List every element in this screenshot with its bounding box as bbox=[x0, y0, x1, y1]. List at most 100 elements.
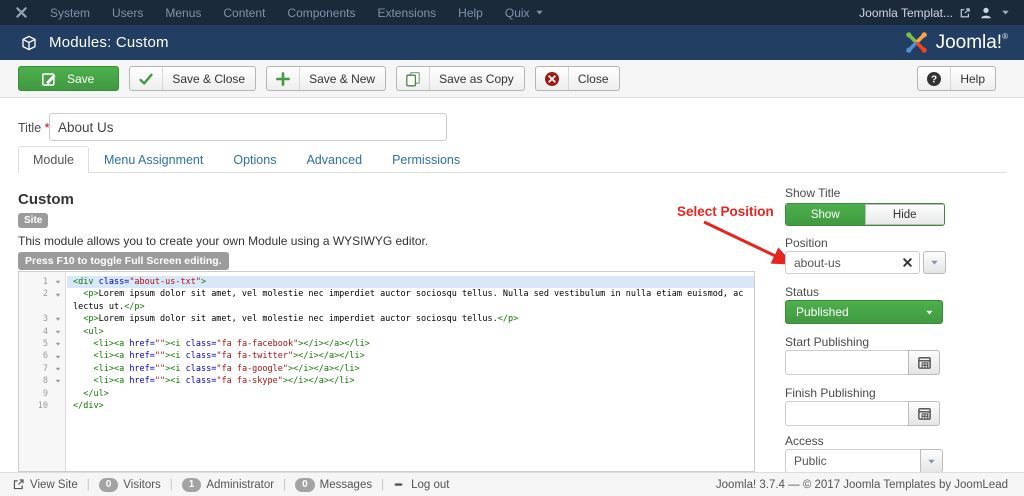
fold-caret-icon[interactable] bbox=[48, 338, 67, 350]
topbar-menu: System Users Menus Content Components Extensi… bbox=[39, 0, 555, 25]
footer-view-site[interactable]: View Site bbox=[12, 478, 78, 491]
tab-permissions[interactable]: Permissions bbox=[377, 146, 475, 173]
menu-item-help[interactable]: Help bbox=[447, 0, 494, 25]
separator: | bbox=[381, 478, 385, 491]
code-line[interactable]: 8 <li><a href=""><i class="fa fa-skype">… bbox=[19, 375, 754, 387]
user-icon[interactable] bbox=[979, 6, 993, 20]
close-button[interactable]: Close bbox=[534, 66, 620, 91]
code-line[interactable]: 3 <p>Lorem ipsum dolor sit amet, vel mol… bbox=[19, 313, 754, 325]
line-number: 6 bbox=[42, 351, 48, 362]
chevron-down-icon[interactable] bbox=[1001, 8, 1010, 17]
close-icon bbox=[544, 71, 560, 87]
count-badge: 1 bbox=[181, 477, 202, 492]
code-text: <li><a href=""><i class="fa fa-skype"></… bbox=[93, 376, 355, 387]
menu-item-system[interactable]: System bbox=[39, 0, 101, 25]
fold-caret-icon[interactable] bbox=[48, 288, 67, 300]
logout-icon bbox=[393, 478, 406, 491]
code-text: <li><a href=""><i class="fa fa-facebook"… bbox=[93, 338, 370, 349]
access-select[interactable]: Public bbox=[785, 449, 943, 473]
fold-caret-icon[interactable] bbox=[48, 363, 67, 375]
template-link-label: Joomla Templat... bbox=[859, 5, 953, 20]
title-label: Title * bbox=[18, 121, 50, 135]
code-line[interactable]: lectus ut.</p> bbox=[19, 301, 754, 313]
check-icon bbox=[138, 71, 154, 87]
menu-item-menus[interactable]: Menus bbox=[154, 0, 212, 25]
status-select[interactable]: Published bbox=[785, 300, 943, 324]
code-line[interactable]: 1 <div class="about-us-txt"> bbox=[19, 276, 754, 289]
module-description: This module allows you to create your ow… bbox=[18, 234, 429, 248]
code-line[interactable]: 10 </div> bbox=[19, 400, 754, 412]
line-number: 5 bbox=[42, 338, 48, 349]
start-publishing-input[interactable] bbox=[785, 350, 909, 375]
save-button[interactable]: Save bbox=[18, 66, 120, 91]
module-cube-icon bbox=[21, 35, 37, 51]
tab-menu-assignment[interactable]: Menu Assignment bbox=[89, 146, 218, 173]
save-as-copy-button[interactable]: Save as Copy bbox=[396, 66, 525, 91]
count-badge: 0 bbox=[295, 477, 315, 492]
client-badge: Site bbox=[18, 213, 49, 228]
tab-module[interactable]: Module bbox=[18, 146, 89, 173]
position-field[interactable]: about-us bbox=[785, 251, 920, 274]
clear-icon[interactable] bbox=[902, 257, 913, 268]
fold-caret-icon[interactable] bbox=[48, 350, 67, 362]
status-label: Status bbox=[785, 285, 820, 299]
menu-item-content[interactable]: Content bbox=[212, 0, 276, 25]
code-editor[interactable]: 1 <div class="about-us-txt"> 2 <p>Lorem ip… bbox=[18, 271, 755, 472]
save-close-button[interactable]: Save & Close bbox=[129, 66, 257, 91]
finish-publishing-input[interactable] bbox=[785, 401, 909, 426]
code-line[interactable]: 7 <li><a href=""><i class="fa fa-google"… bbox=[19, 363, 754, 375]
tab-advanced[interactable]: Advanced bbox=[291, 146, 377, 173]
code-text: <p>Lorem ipsum dolor sit amet, vel moles… bbox=[83, 289, 744, 300]
code-text: <p>Lorem ipsum dolor sit amet, vel moles… bbox=[83, 314, 519, 325]
footer-visitors[interactable]: 0 Visitors bbox=[98, 477, 161, 492]
joomla-logo-icon bbox=[904, 30, 929, 55]
finish-publishing-label: Finish Publishing bbox=[785, 386, 876, 400]
separator: | bbox=[169, 478, 173, 491]
version-text: Joomla! 3.7.4 — © 2017 Joomla Templates … bbox=[715, 478, 1008, 491]
save-new-button[interactable]: Save & New bbox=[266, 66, 387, 91]
code-line[interactable]: 9 </ul> bbox=[19, 388, 754, 400]
plus-icon bbox=[275, 71, 291, 87]
title-input[interactable] bbox=[49, 113, 447, 141]
fold-caret-icon[interactable] bbox=[48, 313, 67, 325]
tab-options[interactable]: Options bbox=[218, 146, 291, 173]
code-text: <ul> bbox=[83, 326, 104, 337]
start-calendar-button[interactable] bbox=[908, 350, 940, 375]
code-text: </div> bbox=[73, 400, 104, 411]
code-text: <div class="about-us-txt"> bbox=[67, 276, 754, 289]
code-line[interactable]: 4 <ul> bbox=[19, 326, 754, 338]
footer-messages[interactable]: 0 Messages bbox=[295, 477, 372, 492]
menu-item-users[interactable]: Users bbox=[101, 0, 154, 25]
toolbar-buttons: Save Save & Close Save & New Save as Copy Cl… bbox=[18, 66, 630, 91]
line-number: 4 bbox=[42, 326, 48, 337]
joomla-brand: Joomla!® bbox=[904, 30, 1024, 55]
access-dropdown-button[interactable] bbox=[920, 449, 943, 473]
position-dropdown-button[interactable] bbox=[923, 251, 946, 274]
menu-item-components[interactable]: Components bbox=[276, 0, 366, 25]
annotation-text: Select Position bbox=[677, 204, 774, 219]
help-button[interactable]: ? Help bbox=[917, 66, 996, 91]
line-number: 1 bbox=[42, 277, 48, 287]
code-line[interactable]: 6 <li><a href=""><i class="fa fa-twitter… bbox=[19, 350, 754, 362]
code-line[interactable]: 5 <li><a href=""><i class="fa fa-faceboo… bbox=[19, 338, 754, 350]
external-icon bbox=[12, 478, 25, 491]
fold-caret-icon[interactable] bbox=[48, 276, 67, 288]
footer-administrator[interactable]: 1 Administrator bbox=[181, 477, 274, 492]
separator: | bbox=[283, 478, 287, 491]
status-value: Published bbox=[796, 305, 849, 319]
fold-caret-icon[interactable] bbox=[48, 375, 67, 387]
show-title-label: Show Title bbox=[785, 186, 841, 200]
fold-caret-icon[interactable] bbox=[48, 326, 67, 338]
template-link[interactable]: Joomla Templat... bbox=[859, 6, 971, 20]
finish-calendar-button[interactable] bbox=[908, 401, 940, 426]
chevron-down-icon bbox=[925, 308, 934, 317]
show-button[interactable]: Show bbox=[786, 204, 865, 225]
code-line[interactable]: 2 <p>Lorem ipsum dolor sit amet, vel mol… bbox=[19, 288, 754, 300]
menu-item-quix[interactable]: Quix bbox=[494, 0, 555, 25]
hide-button[interactable]: Hide bbox=[864, 204, 944, 225]
menu-item-extensions[interactable]: Extensions bbox=[366, 0, 447, 25]
footer-log-out[interactable]: Log out bbox=[393, 478, 449, 491]
